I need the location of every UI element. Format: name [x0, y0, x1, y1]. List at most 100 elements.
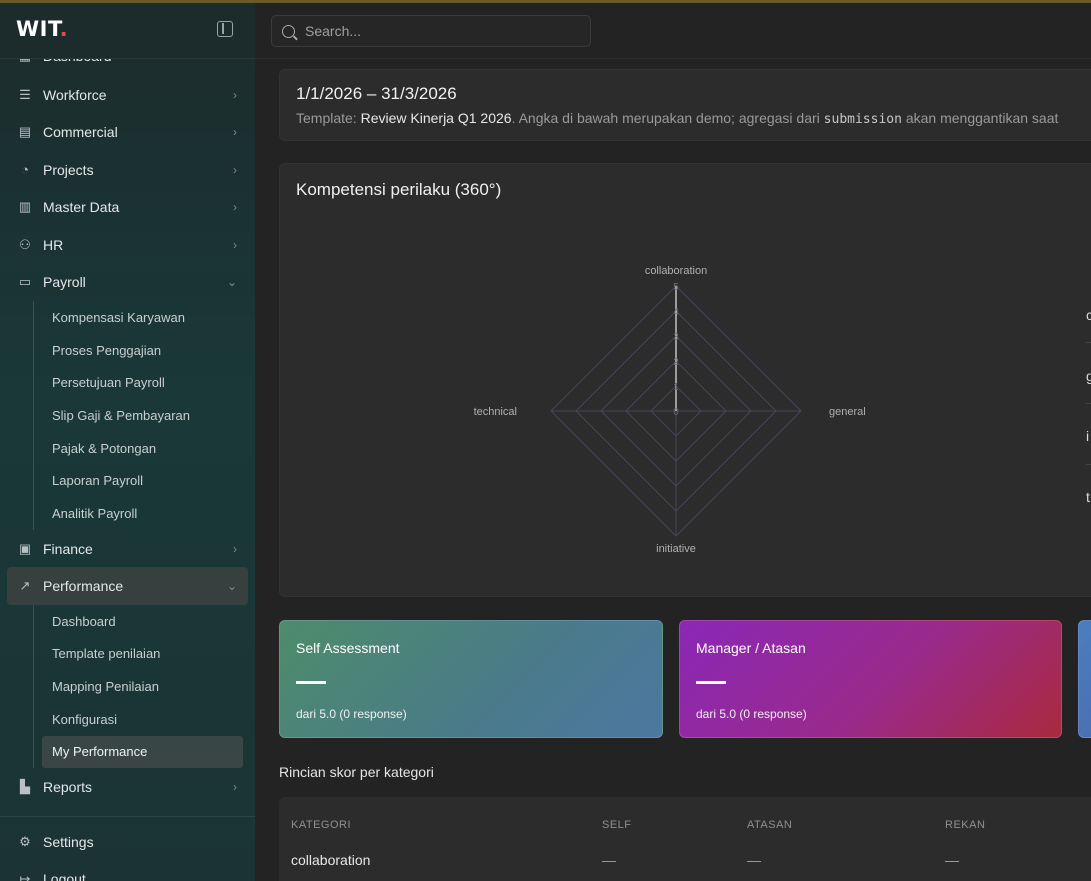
radar-category-label: initiative	[656, 543, 696, 555]
line-chart-icon: ↗	[19, 578, 31, 594]
chevron-right-icon: ›	[233, 237, 237, 252]
score-subtitle: dari 5.0 (0 response)	[296, 707, 407, 721]
submenu-item[interactable]: Persetujuan Payroll	[34, 366, 255, 399]
score-title: Manager / Atasan	[696, 640, 806, 656]
gear-icon: ⚙	[19, 833, 31, 849]
period-range: 1/1/2026 – 31/3/2026	[296, 84, 457, 103]
sidebar-collapse-icon[interactable]	[217, 21, 233, 37]
radar-tick-label: 1	[673, 382, 679, 393]
sidebar-item-label: Projects	[43, 161, 94, 178]
period-card: 1/1/2026 – 31/3/2026 Template: Review Ki…	[279, 69, 1091, 141]
sidebar-item-label: Commercial	[43, 124, 118, 141]
score-card-manager: Manager / Atasan dari 5.0 (0 response)	[679, 620, 1062, 738]
logo[interactable]: WIT.	[16, 17, 68, 41]
sidebar-item-label: Finance	[43, 540, 93, 557]
radar-category-label: collaboration	[645, 265, 707, 277]
column-header: REKAN	[945, 819, 986, 831]
submenu-item[interactable]: Laporan Payroll	[34, 464, 255, 497]
score-subtitle: dari 5.0 (0 response)	[696, 707, 807, 721]
logout-icon: ↦	[19, 871, 31, 881]
table-cell: —	[747, 852, 761, 868]
sidebar-item-reports[interactable]: ▙ Reports ›	[0, 768, 255, 806]
sidebar-item-label: Logout	[43, 871, 86, 881]
breakdown-title: Rincian skor per kategori	[279, 764, 434, 780]
chevron-right-icon: ›	[233, 541, 237, 556]
chevron-right-icon: ›	[233, 87, 237, 102]
radar-tick-label: 0	[673, 407, 679, 418]
sidebar-item-performance[interactable]: ↗ Performance ⌄	[7, 567, 248, 605]
chevron-down-icon: ⌄	[226, 579, 237, 594]
submenu-item[interactable]: Proses Penggajian	[34, 334, 255, 367]
table-cell: —	[945, 852, 959, 868]
submenu-item-active[interactable]: My Performance	[42, 735, 243, 769]
submenu-item[interactable]: Kompensasi Karyawan	[34, 301, 255, 334]
submenu-item[interactable]: Analitik Payroll	[34, 497, 255, 530]
search-box[interactable]	[271, 15, 591, 47]
submenu-item[interactable]: Pajak & Potongan	[34, 432, 255, 465]
sidebar-item-label: Master Data	[43, 199, 120, 216]
sidebar-item-label: Settings	[43, 833, 94, 850]
main-content: 1/1/2026 – 31/3/2026 Template: Review Ki…	[255, 60, 1091, 881]
sidebar-item-workforce[interactable]: ☰ Workforce ›	[0, 76, 255, 114]
score-title: Self Assessment	[296, 640, 400, 656]
radar-tick-label: 3	[673, 332, 679, 343]
radar-card: Kompetensi perilaku (360°) 0 1 2 3 4 5 collabo…	[279, 163, 1091, 597]
sidebar-item-label: Performance	[43, 578, 124, 595]
pie-icon: ◔	[21, 162, 29, 178]
sidebar-item-projects[interactable]: ◔ Projects ›	[0, 151, 255, 189]
period-note: Template: Review Kinerja Q1 2026. Angka …	[296, 110, 1059, 127]
radar-chart: 0 1 2 3 4 5 collaboration general initiative tech…	[474, 265, 866, 555]
sidebar: ▦ Dashboard ☰ Workforce › ▤ Commercial ›…	[0, 0, 255, 881]
banknote-icon: ▭	[18, 274, 32, 290]
side-divider	[1086, 403, 1091, 404]
submenu-item[interactable]: Template penilaian	[34, 638, 255, 671]
chevron-right-icon: ›	[233, 125, 237, 140]
chevron-down-icon: ⌄	[226, 275, 237, 290]
chevron-right-icon: ›	[233, 162, 237, 177]
sidebar-item-hr[interactable]: ⚇ HR ›	[0, 226, 255, 264]
search-icon	[282, 24, 295, 38]
score-value-empty	[696, 681, 726, 684]
search-input[interactable]	[305, 23, 565, 39]
sidebar-item-logout[interactable]: ↦ Logout	[0, 860, 255, 881]
side-label: t	[1086, 489, 1090, 505]
list-icon: ☰	[19, 86, 31, 102]
table-cell: collaboration	[291, 852, 371, 868]
sidebar-item-master-data[interactable]: ▥ Master Data ›	[0, 189, 255, 227]
performance-submenu: Dashboard Template penilaian Mapping Pen…	[33, 604, 255, 769]
column-header: KATEGORI	[291, 819, 352, 831]
side-label: c	[1086, 307, 1091, 323]
submenu-item[interactable]: Slip Gaji & Pembayaran	[34, 399, 255, 432]
sidebar-item-commercial[interactable]: ▤ Commercial ›	[0, 114, 255, 152]
top-accent-line	[0, 0, 1091, 3]
sidebar-item-label: Reports	[43, 779, 93, 795]
side-label: i	[1086, 428, 1090, 444]
column-header: SELF	[602, 819, 632, 831]
sidebar-item-label: HR	[43, 236, 64, 253]
building-icon: ▤	[18, 124, 32, 140]
table-cell: —	[602, 852, 616, 868]
submenu-item[interactable]: Dashboard	[34, 605, 255, 638]
users-icon: ⚇	[19, 236, 31, 252]
submenu-item[interactable]: Konfigurasi	[34, 703, 255, 736]
radar-tick-label: 5	[673, 282, 679, 293]
sidebar-item-payroll[interactable]: ▭ Payroll ⌄	[0, 264, 255, 302]
template-name: Review Kinerja Q1 2026	[360, 110, 512, 126]
bar-chart-icon: ▙	[20, 779, 30, 794]
sidebar-item-label: Payroll	[43, 274, 86, 291]
radar-tick-label: 4	[673, 307, 679, 318]
payroll-submenu: Kompensasi Karyawan Proses Penggajian Pe…	[33, 301, 255, 530]
score-card-peer	[1078, 620, 1091, 738]
sidebar-item-finance[interactable]: ▣ Finance ›	[0, 530, 255, 568]
sidebar-header: WIT.	[0, 0, 255, 59]
submenu-item[interactable]: Mapping Penilaian	[34, 670, 255, 703]
breakdown-table: KATEGORI SELF ATASAN REKAN collaboration…	[279, 797, 1091, 881]
sidebar-nav: ▦ Dashboard ☰ Workforce › ▤ Commercial ›…	[0, 38, 255, 881]
chevron-right-icon: ›	[233, 200, 237, 215]
sidebar-item-settings[interactable]: ⚙ Settings	[0, 823, 255, 861]
score-value-empty	[296, 681, 326, 684]
radar-category-label: technical	[474, 406, 517, 418]
wallet-icon: ▣	[18, 540, 32, 556]
radar-category-label: general	[829, 406, 866, 418]
score-card-self: Self Assessment dari 5.0 (0 response)	[279, 620, 663, 738]
